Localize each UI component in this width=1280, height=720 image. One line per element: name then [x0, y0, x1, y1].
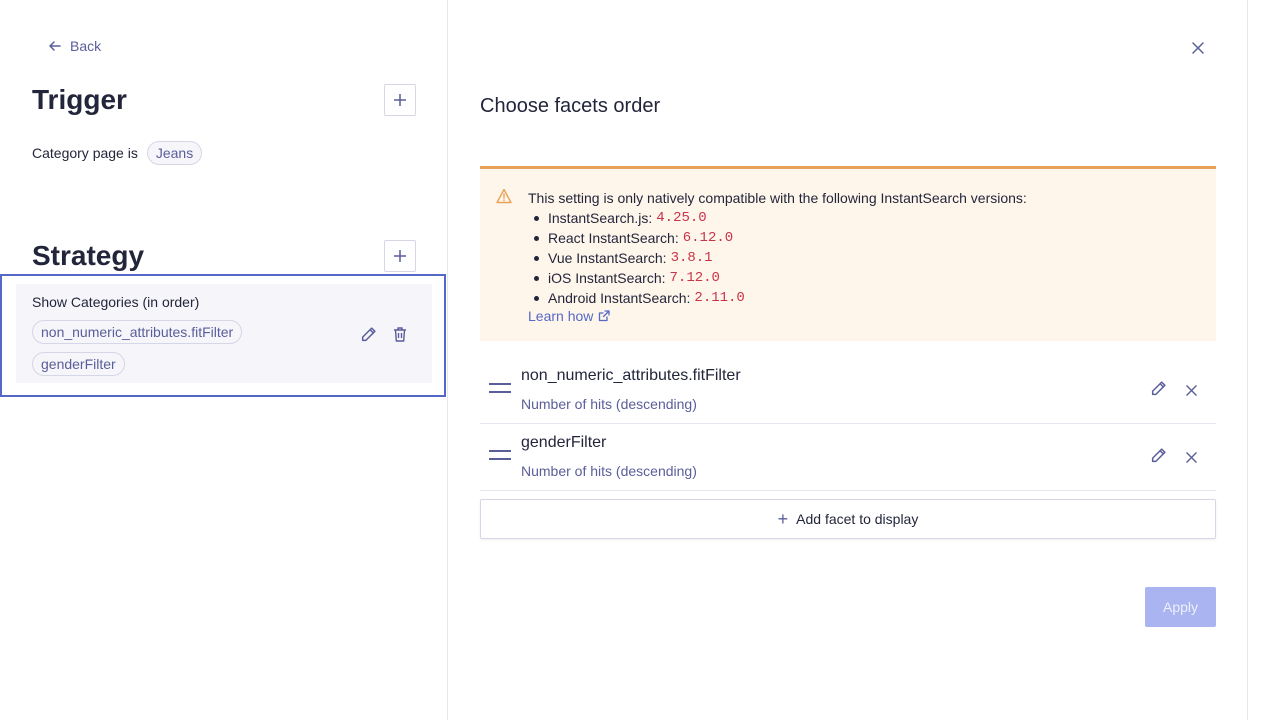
version-item: Android InstantSearch: 2.11.0 — [528, 288, 745, 308]
version-item: iOS InstantSearch: 7.12.0 — [528, 268, 745, 288]
version-name: Android InstantSearch: — [548, 290, 691, 306]
warning-triangle-icon — [496, 188, 512, 204]
plus-icon — [394, 250, 406, 262]
edit-strategy-button[interactable] — [358, 324, 378, 344]
delete-strategy-button[interactable] — [390, 324, 410, 344]
plus-icon — [394, 94, 406, 106]
add-facet-label: Add facet to display — [796, 511, 919, 527]
drag-handle-icon[interactable] — [489, 383, 511, 395]
facet-sort: Number of hits (descending) — [521, 463, 697, 479]
version-number: 3.8.1 — [670, 250, 713, 266]
close-panel-button[interactable] — [1190, 40, 1206, 56]
version-name: iOS InstantSearch: — [548, 270, 666, 286]
strategy-facet-chip: genderFilter — [32, 352, 125, 376]
version-name: React InstantSearch: — [548, 230, 679, 246]
pencil-icon — [1151, 448, 1166, 463]
compatibility-warning: This setting is only natively compatible… — [480, 166, 1216, 341]
add-facet-button[interactable]: + Add facet to display — [480, 499, 1216, 539]
rule-editor-panel: Back Trigger Category page is Jeans Stra… — [0, 0, 448, 720]
version-name: InstantSearch.js: — [548, 210, 653, 226]
version-item: InstantSearch.js: 4.25.0 — [528, 208, 745, 228]
learn-how-link[interactable]: Learn how — [528, 308, 611, 324]
plus-icon: + — [777, 508, 789, 529]
trash-icon — [394, 326, 406, 342]
version-list: InstantSearch.js: 4.25.0 React InstantSea… — [528, 208, 745, 308]
pencil-icon — [361, 326, 376, 341]
version-number: 2.11.0 — [694, 290, 745, 306]
version-item: Vue InstantSearch: 3.8.1 — [528, 248, 745, 268]
arrow-left-icon — [49, 41, 61, 51]
external-link-icon — [599, 310, 611, 322]
close-icon — [1185, 384, 1197, 396]
version-number: 7.12.0 — [669, 270, 720, 286]
trigger-condition-label: Category page is — [32, 145, 138, 161]
facet-name: genderFilter — [521, 434, 607, 451]
trigger-value-chip: Jeans — [146, 141, 203, 165]
close-icon — [1185, 451, 1197, 463]
back-label: Back — [70, 38, 102, 54]
strategy-card-title: Show Categories (in order) — [32, 294, 200, 310]
strategy-card[interactable]: Show Categories (in order) non_numeric_a… — [16, 284, 432, 383]
strategy-heading: Strategy — [32, 240, 145, 271]
pencil-icon — [1151, 381, 1166, 396]
facets-order-panel: Choose facets order This setting is only… — [449, 0, 1247, 720]
remove-facet-button[interactable] — [1181, 447, 1201, 467]
version-number: 6.12.0 — [682, 230, 734, 246]
learn-how-label: Learn how — [528, 308, 594, 324]
strategy-facet-chip: non_numeric_attributes.fitFilter — [32, 320, 243, 344]
trigger-condition: Category page is Jeans — [32, 141, 203, 165]
background-page-edge — [1247, 0, 1280, 720]
close-icon — [1192, 42, 1204, 54]
facet-row[interactable]: non_numeric_attributes.fitFilter Number … — [480, 357, 1216, 424]
back-link[interactable]: Back — [48, 38, 101, 54]
add-trigger-button[interactable] — [384, 84, 416, 116]
edit-facet-button[interactable] — [1150, 447, 1170, 467]
remove-facet-button[interactable] — [1181, 380, 1201, 400]
drag-handle-icon[interactable] — [489, 450, 511, 462]
apply-button[interactable]: Apply — [1145, 587, 1216, 627]
facet-row[interactable]: genderFilter Number of hits (descending) — [480, 424, 1216, 491]
warning-intro: This setting is only natively compatible… — [528, 190, 1027, 206]
facet-name: non_numeric_attributes.fitFilter — [521, 367, 741, 384]
add-strategy-button[interactable] — [384, 240, 416, 272]
version-number: 4.25.0 — [656, 210, 707, 226]
trigger-heading: Trigger — [32, 84, 127, 115]
facet-sort: Number of hits (descending) — [521, 396, 697, 412]
panel-title: Choose facets order — [480, 95, 661, 117]
edit-facet-button[interactable] — [1150, 380, 1170, 400]
version-name: Vue InstantSearch: — [548, 250, 667, 266]
version-item: React InstantSearch: 6.12.0 — [528, 228, 745, 248]
